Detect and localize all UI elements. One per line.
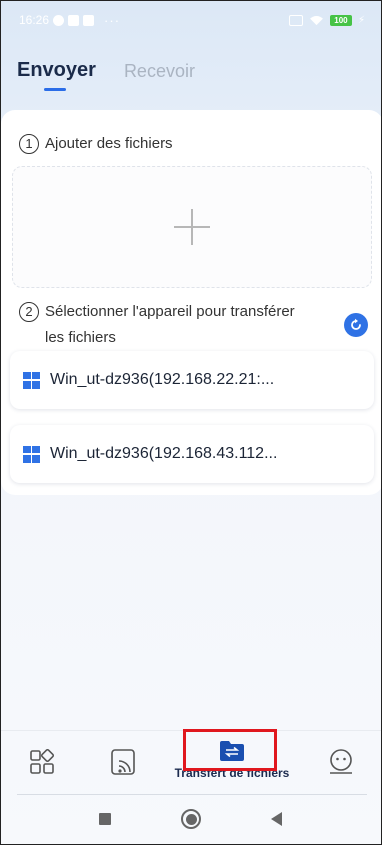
tab-receive[interactable]: Recevoir: [124, 61, 195, 82]
mode-tabs: Envoyer Recevoir: [17, 59, 195, 91]
sim-off-icon: [288, 14, 303, 26]
status-bar: 16:26 ··· 100 ⚡: [1, 1, 381, 39]
nav-screen-cast[interactable]: [109, 747, 139, 777]
device-name: Win_ut-dz936(192.168.43.112...: [50, 445, 278, 462]
tab-send[interactable]: Envoyer: [17, 59, 96, 82]
add-files-dropzone[interactable]: [12, 166, 372, 288]
recent-apps-icon[interactable]: [99, 813, 111, 825]
home-icon[interactable]: [181, 809, 201, 829]
system-nav-bar: [1, 797, 381, 842]
step-label: Ajouter des fichiers: [45, 135, 173, 152]
windows-icon: [23, 445, 40, 463]
status-time: 16:26: [19, 13, 50, 27]
windows-icon: [23, 371, 40, 389]
highlight-annotation: [183, 729, 277, 771]
notification-square-icon: [68, 14, 80, 26]
plus-icon: [174, 209, 210, 245]
refresh-devices-button[interactable]: [344, 313, 368, 337]
apps-grid-icon: [30, 749, 55, 774]
system-nav-divider: [17, 794, 367, 795]
back-icon[interactable]: [271, 812, 282, 826]
refresh-icon: [351, 318, 361, 330]
profile-face-icon: [330, 749, 352, 774]
notification-square-icon: [83, 14, 95, 26]
nav-apps[interactable]: [29, 749, 55, 775]
step-number: 2: [19, 302, 39, 322]
phone-screen: 16:26 ··· 100 ⚡ Envoyer Recevoir 1 Ajout…: [0, 0, 382, 845]
device-name: Win_ut-dz936(192.168.22.21:...: [50, 371, 275, 388]
active-tab-indicator: [44, 88, 66, 91]
send-card: 1 Ajouter des fichiers 2 Sélectionner l'…: [1, 110, 381, 495]
wifi-icon: [310, 15, 323, 25]
device-item[interactable]: Win_ut-dz936(192.168.22.21:...: [10, 351, 374, 409]
more-notifications-icon: ···: [104, 12, 121, 28]
battery-icon: 100: [329, 14, 352, 26]
step-select-device: 2 Sélectionner l'appareil pour transfére…: [19, 299, 299, 351]
step-number: 1: [19, 134, 39, 154]
nav-profile[interactable]: [327, 747, 355, 775]
device-item[interactable]: Win_ut-dz936(192.168.43.112...: [10, 425, 374, 483]
step-label: Sélectionner l'appareil pour transférer …: [45, 303, 295, 346]
notification-icon: [53, 14, 65, 26]
screen-cast-icon: [111, 749, 135, 775]
step-add-files: 1 Ajouter des fichiers: [19, 131, 173, 157]
charging-icon: ⚡: [357, 14, 365, 26]
